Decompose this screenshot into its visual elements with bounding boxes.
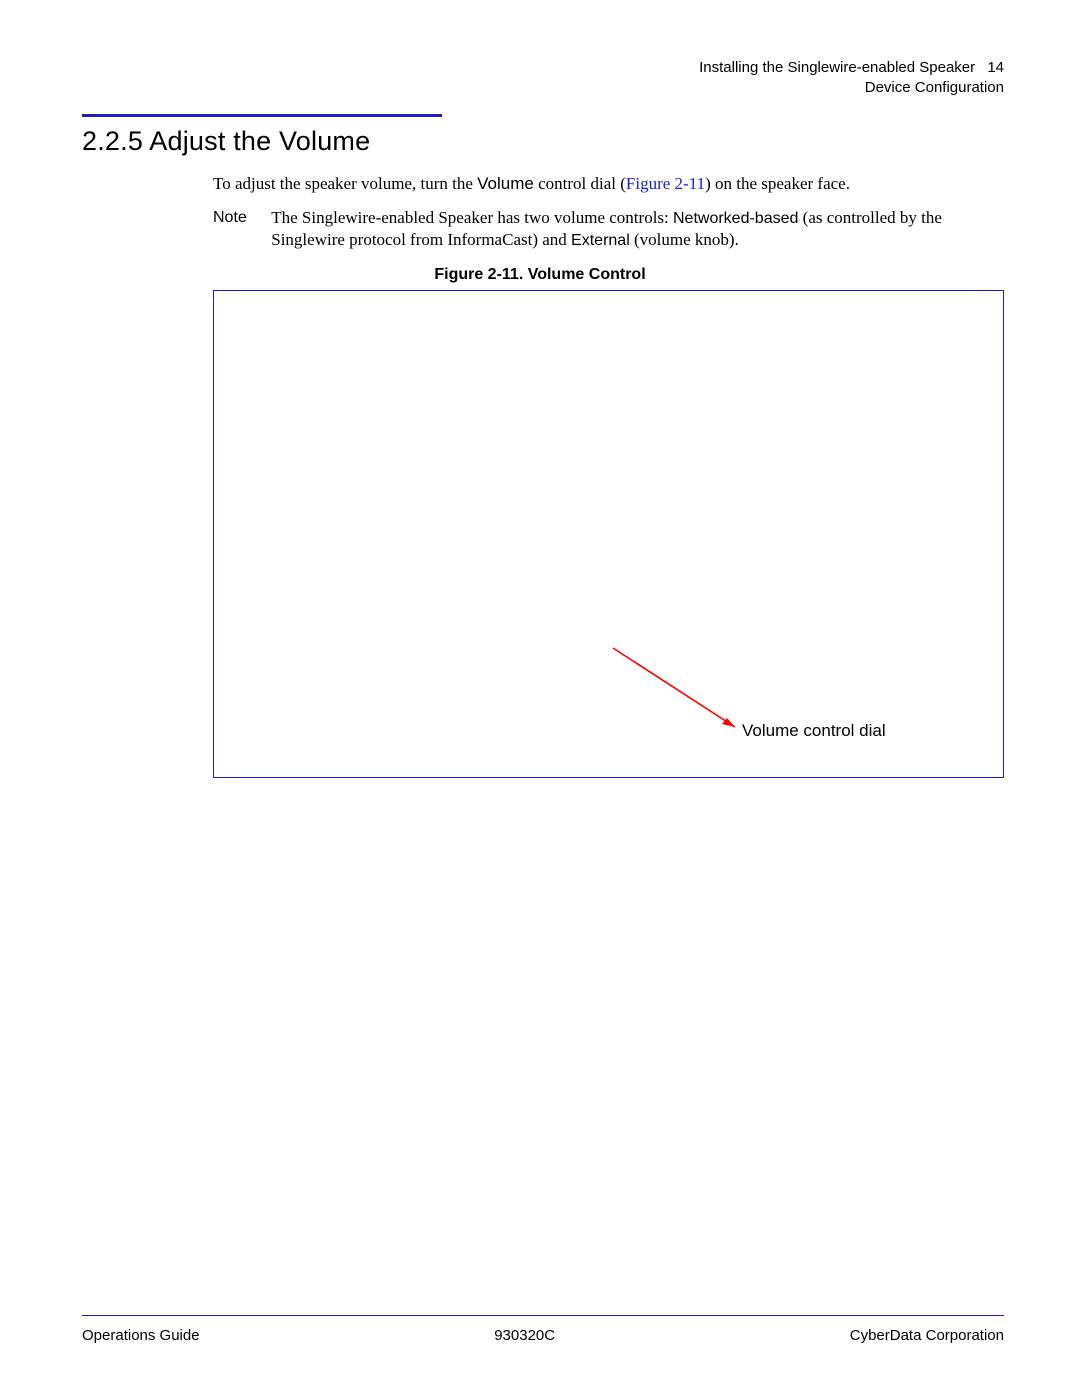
page-footer: Operations Guide 930320C CyberData Corpo… <box>82 1327 1004 1344</box>
figure-caption: Figure 2-11. Volume Control <box>0 266 1080 284</box>
header-line-2: Device Configuration <box>699 78 1004 98</box>
callout-label: Volume control dial <box>742 721 886 741</box>
networked-based-term: Networked-based <box>673 210 798 227</box>
body-text: To adjust the speaker volume, turn the <box>213 174 477 193</box>
footer-rule <box>82 1315 1004 1316</box>
section-title-text: Adjust the Volume <box>149 126 370 156</box>
instruction-paragraph: To adjust the speaker volume, turn the V… <box>213 173 1004 195</box>
figure-box <box>213 290 1004 778</box>
header-page-number: 14 <box>987 59 1004 76</box>
note-text: (volume knob). <box>630 230 739 249</box>
header-chapter-title: Installing the Singlewire-enabled Speake… <box>699 59 975 76</box>
header-line-1: Installing the Singlewire-enabled Speake… <box>699 58 1004 78</box>
note-text: The Singlewire-enabled Speaker has two v… <box>271 208 673 227</box>
running-header: Installing the Singlewire-enabled Speake… <box>699 58 1004 97</box>
footer-right: CyberData Corporation <box>850 1327 1004 1344</box>
footer-center: 930320C <box>494 1327 555 1344</box>
footer-left: Operations Guide <box>82 1327 200 1344</box>
section-number: 2.2.5 <box>82 126 143 156</box>
note-block: Note The Singlewire-enabled Speaker has … <box>213 207 1004 252</box>
body-text: ) on the speaker face. <box>705 174 850 193</box>
figure-reference-link[interactable]: Figure 2-11 <box>626 174 705 193</box>
section-heading: 2.2.5 Adjust the Volume <box>82 126 370 157</box>
note-body: The Singlewire-enabled Speaker has two v… <box>271 207 1002 252</box>
page: Installing the Singlewire-enabled Speake… <box>0 0 1080 1397</box>
section-rule <box>82 114 442 117</box>
note-label: Note <box>213 207 267 228</box>
external-term: External <box>571 232 630 249</box>
body-text: control dial ( <box>534 174 626 193</box>
volume-term: Volume <box>477 174 534 193</box>
